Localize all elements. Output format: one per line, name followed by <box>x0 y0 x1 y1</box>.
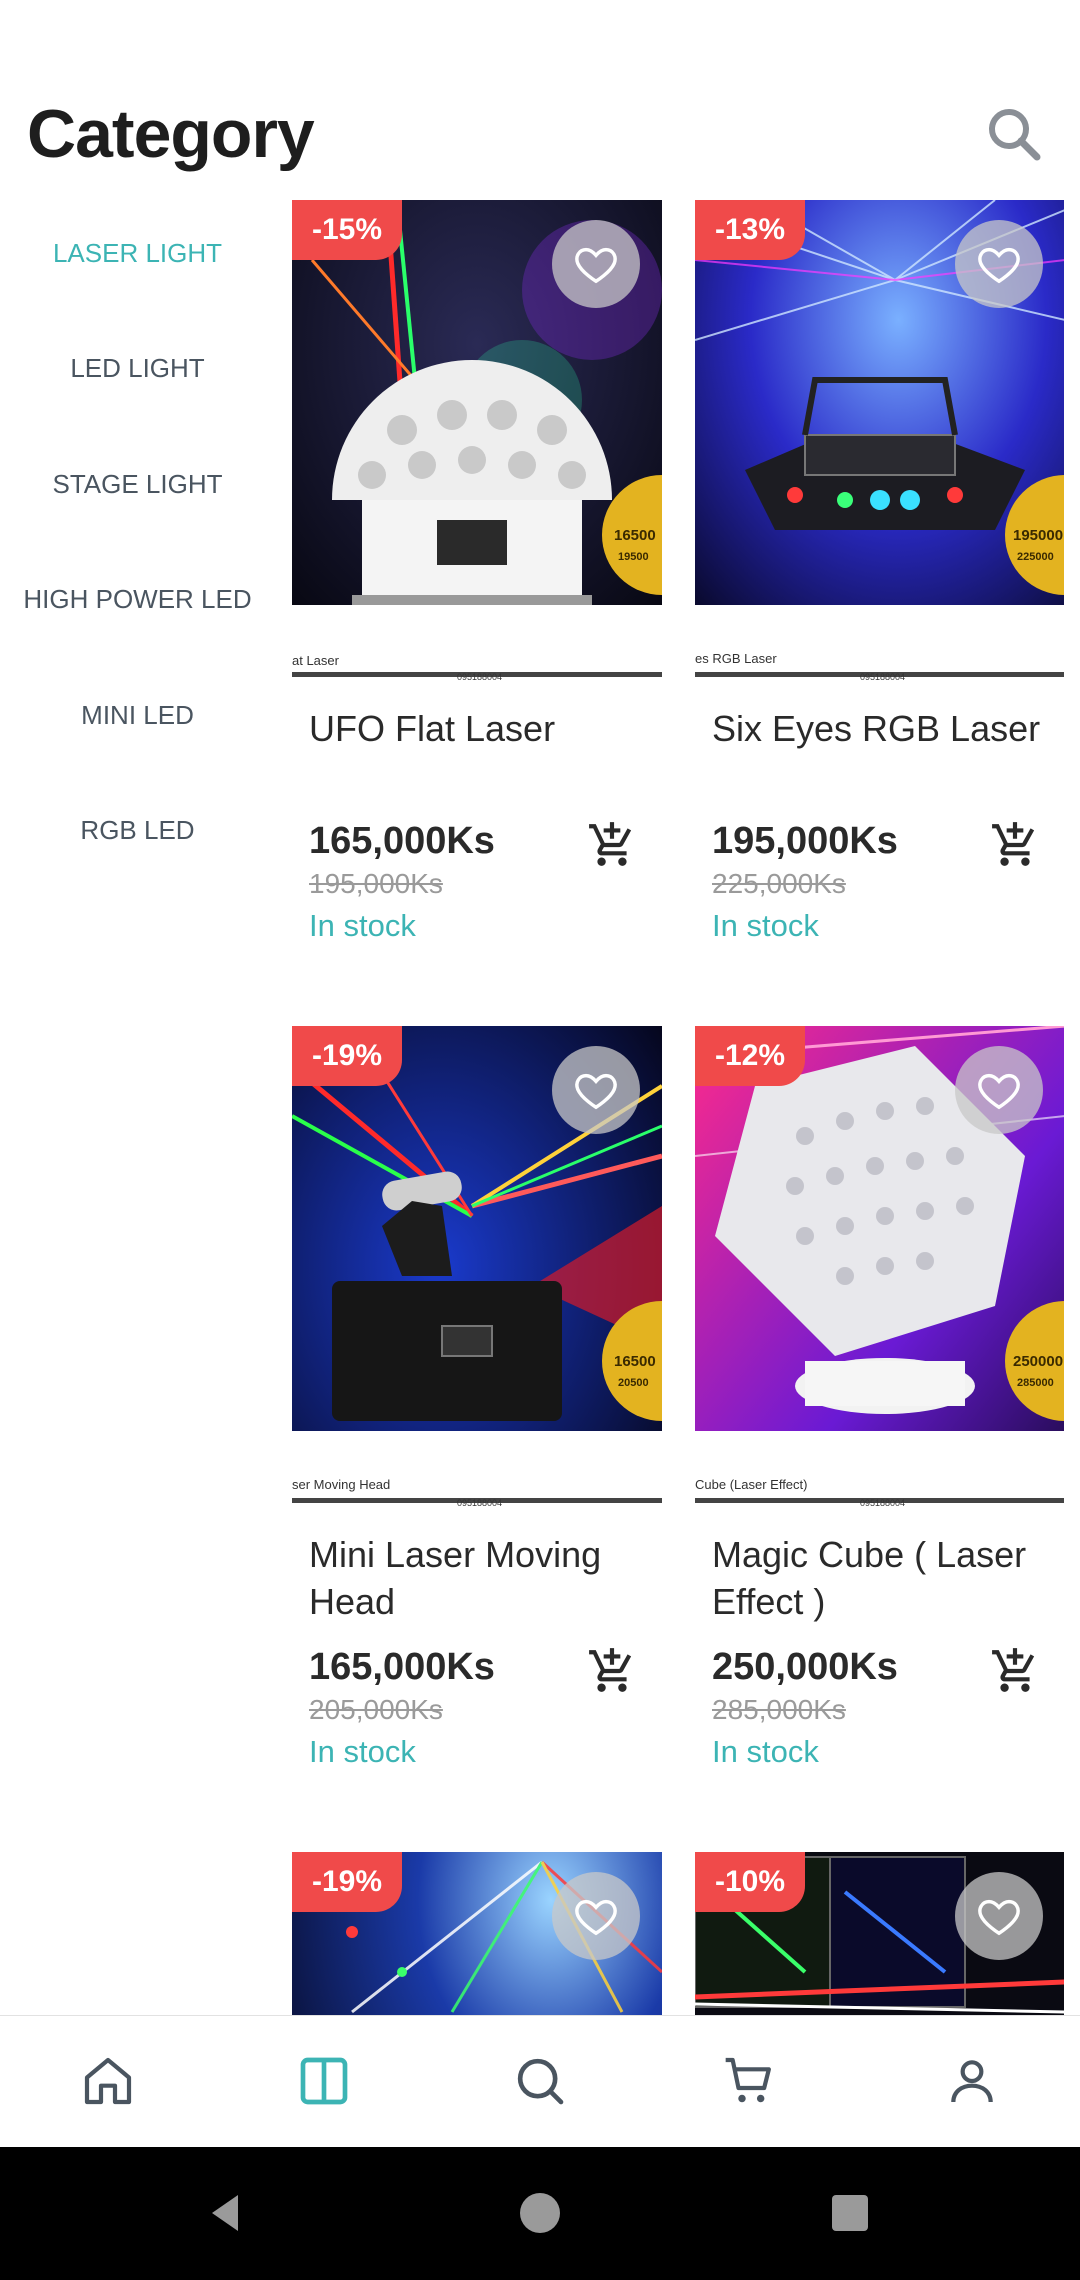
favorite-button[interactable] <box>955 1872 1043 1960</box>
heart-icon <box>978 1073 1020 1110</box>
product-image[interactable]: -10% <box>695 1852 1064 2015</box>
image-caption: Cube (Laser Effect) <box>695 1477 807 1492</box>
discount-badge: -15% <box>292 200 403 260</box>
search-icon <box>517 2058 564 2105</box>
discount-badge: -19% <box>292 1026 403 1086</box>
add-shopping-cart-icon <box>992 822 1035 866</box>
favorite-button[interactable] <box>955 1046 1043 1134</box>
page-title: Category <box>27 96 315 172</box>
image-caption: ser Moving Head <box>292 1477 390 1492</box>
app-header: Category <box>0 0 1080 195</box>
heart-icon <box>575 1899 617 1936</box>
add-to-cart-button[interactable] <box>990 1646 1040 1696</box>
add-to-cart-button[interactable] <box>990 820 1040 870</box>
stock-status: In stock <box>309 908 416 943</box>
system-navigation-bar <box>0 2147 1080 2280</box>
product-old-price: 205,000Ks <box>309 1694 443 1725</box>
image-phone: 095188004 <box>860 672 905 680</box>
favorite-button[interactable] <box>955 220 1043 308</box>
favorite-button[interactable] <box>552 1872 640 1960</box>
nav-search[interactable] <box>505 2046 575 2116</box>
stock-status: In stock <box>712 1734 819 1769</box>
system-back-button[interactable] <box>188 2175 264 2251</box>
add-shopping-cart-icon <box>589 1648 632 1692</box>
product-image[interactable]: 16500 19500 at Laser 095188004 -15% <box>292 200 662 680</box>
product-price: 250,000Ks <box>712 1646 898 1688</box>
search-icon <box>989 109 1041 161</box>
recents-icon <box>832 2195 868 2231</box>
home-circle-icon <box>520 2193 560 2233</box>
favorite-button[interactable] <box>552 220 640 308</box>
nav-category[interactable] <box>289 2046 359 2116</box>
back-icon <box>212 2195 238 2231</box>
heart-icon <box>978 247 1020 284</box>
product-name[interactable]: Mini Laser Moving Head <box>309 1531 649 1625</box>
add-shopping-cart-icon <box>589 822 632 866</box>
sidebar-item-stage-light[interactable]: STAGE LIGHT <box>0 469 275 500</box>
product-old-price: 195,000Ks <box>309 868 443 899</box>
add-shopping-cart-icon <box>992 1648 1035 1692</box>
seal-old-price: 285000 <box>1017 1377 1054 1389</box>
image-caption: es RGB Laser <box>695 651 777 666</box>
product-price: 165,000Ks <box>309 820 495 862</box>
sidebar-item-high-power-led[interactable]: HIGH POWER LED <box>0 584 275 615</box>
product-name[interactable]: Magic Cube ( Laser Effect ) <box>712 1531 1052 1625</box>
product-old-price: 225,000Ks <box>712 868 846 899</box>
sidebar-item-mini-led[interactable]: MINI LED <box>0 700 275 731</box>
image-phone: 095188004 <box>860 1498 905 1506</box>
heart-icon <box>978 1899 1020 1936</box>
product-name[interactable]: Six Eyes RGB Laser <box>712 705 1052 752</box>
seal-price: 195000 <box>1013 527 1063 544</box>
sidebar-item-laser-light[interactable]: LASER LIGHT <box>0 238 275 269</box>
seal-price: 16500 <box>614 1353 656 1370</box>
nav-cart[interactable] <box>714 2046 784 2116</box>
product-price: 165,000Ks <box>309 1646 495 1688</box>
product-grid: 16500 19500 at Laser 095188004 -15% UFO … <box>292 200 1064 2015</box>
product-price: 195,000Ks <box>712 820 898 862</box>
profile-icon <box>951 2060 993 2103</box>
seal-old-price: 225000 <box>1017 551 1054 563</box>
product-image[interactable]: 250000 285000 Cube (Laser Effect) 095188… <box>695 1026 1064 1506</box>
image-caption: at Laser <box>292 653 340 668</box>
home-icon <box>84 2057 132 2105</box>
add-to-cart-button[interactable] <box>587 1646 637 1696</box>
search-button[interactable] <box>980 100 1050 170</box>
add-to-cart-button[interactable] <box>587 820 637 870</box>
bottom-navigation <box>0 2015 1080 2147</box>
product-name[interactable]: UFO Flat Laser <box>309 705 649 752</box>
discount-badge: -19% <box>292 1852 403 1912</box>
system-home-button[interactable] <box>502 2175 578 2251</box>
stock-status: In stock <box>309 1734 416 1769</box>
category-icon <box>300 2057 348 2105</box>
product-image[interactable]: 16500 20500 ser Moving Head 095188004 -1… <box>292 1026 662 1506</box>
favorite-button[interactable] <box>552 1046 640 1134</box>
image-phone: 095188004 <box>457 1498 502 1506</box>
system-recents-button[interactable] <box>812 2175 888 2251</box>
seal-price: 16500 <box>614 527 656 544</box>
discount-badge: -12% <box>695 1026 806 1086</box>
image-phone: 095188004 <box>457 672 502 680</box>
discount-badge: -10% <box>695 1852 806 1912</box>
cart-icon <box>725 2057 771 2103</box>
product-image[interactable]: 195000 225000 es RGB Laser 095188004 -13… <box>695 200 1064 680</box>
stock-status: In stock <box>712 908 819 943</box>
sidebar-item-rgb-led[interactable]: RGB LED <box>0 815 275 846</box>
nav-profile[interactable] <box>937 2046 1007 2116</box>
product-image[interactable]: -19% <box>292 1852 662 2015</box>
seal-old-price: 19500 <box>618 551 649 563</box>
seal-price: 250000 <box>1013 1353 1063 1370</box>
seal-old-price: 20500 <box>618 1377 649 1389</box>
nav-home[interactable] <box>73 2046 143 2116</box>
sidebar-item-led-light[interactable]: LED LIGHT <box>0 353 275 384</box>
heart-icon <box>575 1073 617 1110</box>
discount-badge: -13% <box>695 200 806 260</box>
heart-icon <box>575 247 617 284</box>
product-old-price: 285,000Ks <box>712 1694 846 1725</box>
